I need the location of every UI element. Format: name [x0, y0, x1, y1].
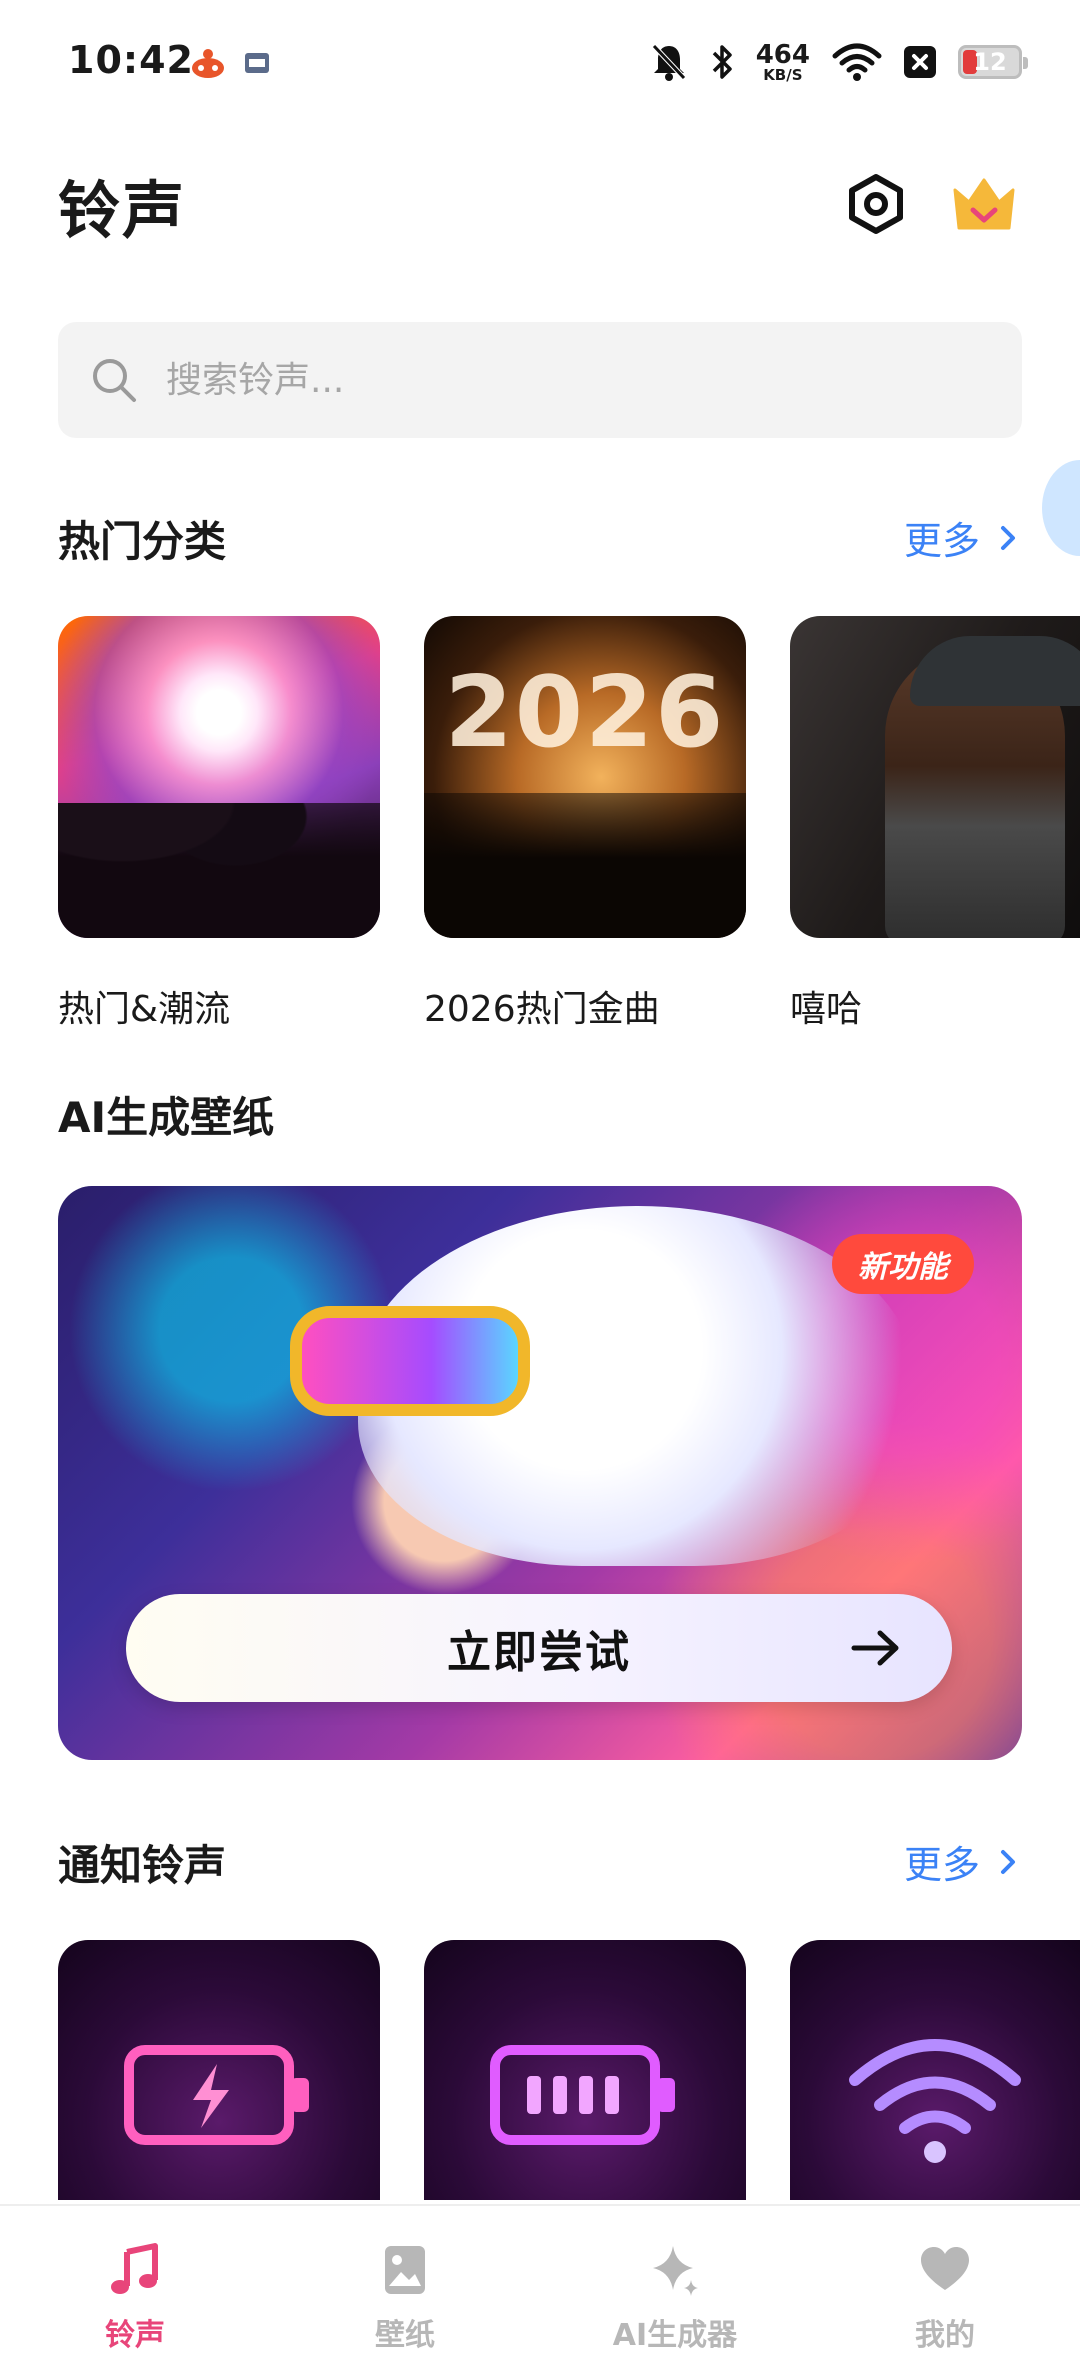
battery-level: 12: [973, 48, 1007, 76]
bluetooth-icon: [712, 45, 732, 79]
network-speed-unit: KB/S: [763, 65, 803, 84]
close-box-icon: [904, 46, 936, 78]
bell-muted-icon: [651, 44, 686, 81]
category-card-2026-hits[interactable]: 2026 2026热门金曲: [424, 616, 746, 1032]
nav-label: 壁纸: [375, 2318, 435, 2353]
chevron-right-icon: [1001, 525, 1015, 550]
nav-item-ai-generator[interactable]: AI生成器: [540, 2206, 810, 2376]
nav-label: AI生成器: [612, 2318, 738, 2353]
search-bar[interactable]: [58, 322, 1022, 438]
page-title: 铃声: [58, 174, 187, 247]
category-image-concert: [58, 616, 380, 938]
app-notification-icon-2: [245, 53, 269, 73]
arrow-right-icon: [851, 1630, 899, 1666]
section-title-ai-wallpaper: AI生成壁纸: [58, 1093, 275, 1142]
crown-icon: [953, 178, 1015, 230]
category-image-rapper: [790, 616, 1080, 938]
nav-label: 我的: [915, 2318, 975, 2353]
hot-categories-more-link[interactable]: 更多: [904, 510, 1022, 565]
settings-button[interactable]: [840, 168, 912, 240]
category-label: 热门&潮流: [58, 989, 231, 1030]
category-label: 嘻哈: [790, 989, 863, 1030]
wifi-icon: [849, 2039, 1021, 2163]
more-label: 更多: [903, 1843, 980, 1887]
nav-item-wallpapers[interactable]: 壁纸: [270, 2206, 540, 2376]
app-notification-icon: [192, 49, 224, 78]
vip-button[interactable]: [946, 168, 1022, 240]
category-card-hiphop[interactable]: 嘻哈: [790, 616, 1080, 1032]
ringtone-card-battery-full[interactable]: [424, 1940, 746, 2200]
floating-assistant-bubble[interactable]: [1042, 460, 1080, 556]
category-image-text: 2026: [444, 656, 726, 770]
heart-icon: [921, 2247, 969, 2290]
search-input[interactable]: [166, 359, 966, 401]
network-speed-value: 464: [755, 39, 810, 70]
music-note-icon: [111, 2243, 158, 2294]
status-time: 10:42: [68, 38, 194, 82]
section-title-hot-categories: 热门分类: [58, 517, 227, 566]
ringtones-home-screen: 10:42 464 KB/S 12 铃声 搜索铃声... 热门分类 更多 热门&…: [0, 0, 1080, 2376]
chevron-right-icon: [1001, 1849, 1015, 1874]
ringtone-card-battery-charging[interactable]: [58, 1940, 380, 2200]
more-label: 更多: [903, 519, 980, 563]
section-title-notification-ringtones: 通知铃声: [58, 1841, 227, 1890]
settings-hexagon-icon: [849, 174, 903, 234]
category-label: 2026热门金曲: [424, 989, 660, 1030]
status-icons: 464 KB/S 12: [650, 40, 1028, 84]
wifi-icon: [832, 43, 882, 81]
bottom-navigation: 铃声 壁纸 AI生成器 我的: [0, 2204, 1080, 2376]
nav-item-ringtones[interactable]: 铃声: [0, 2206, 270, 2376]
category-image-2026: 2026: [424, 616, 746, 938]
ai-wallpaper-banner[interactable]: 新功能 立即尝试: [58, 1186, 1022, 1760]
battery-full-icon: [490, 2045, 675, 2145]
battery-icon: 12: [958, 45, 1028, 79]
battery-charging-icon: [124, 2045, 309, 2145]
nav-label: 铃声: [105, 2318, 165, 2353]
try-now-button[interactable]: 立即尝试: [126, 1594, 952, 1702]
new-feature-badge: 新功能: [832, 1234, 974, 1294]
image-icon: [385, 2246, 425, 2294]
try-now-label: 立即尝试: [447, 1627, 631, 1678]
notification-ringtones-more-link[interactable]: 更多: [904, 1834, 1022, 1889]
network-speed: 464 KB/S: [756, 42, 810, 83]
ringtone-card-wifi[interactable]: [790, 1940, 1080, 2200]
category-card-hot-trend[interactable]: 热门&潮流: [58, 616, 380, 1032]
sparkle-icon: [653, 2246, 698, 2296]
search-icon: [93, 359, 136, 402]
nav-item-mine[interactable]: 我的: [810, 2206, 1080, 2376]
status-bar: 10:42 464 KB/S 12: [0, 0, 1080, 130]
